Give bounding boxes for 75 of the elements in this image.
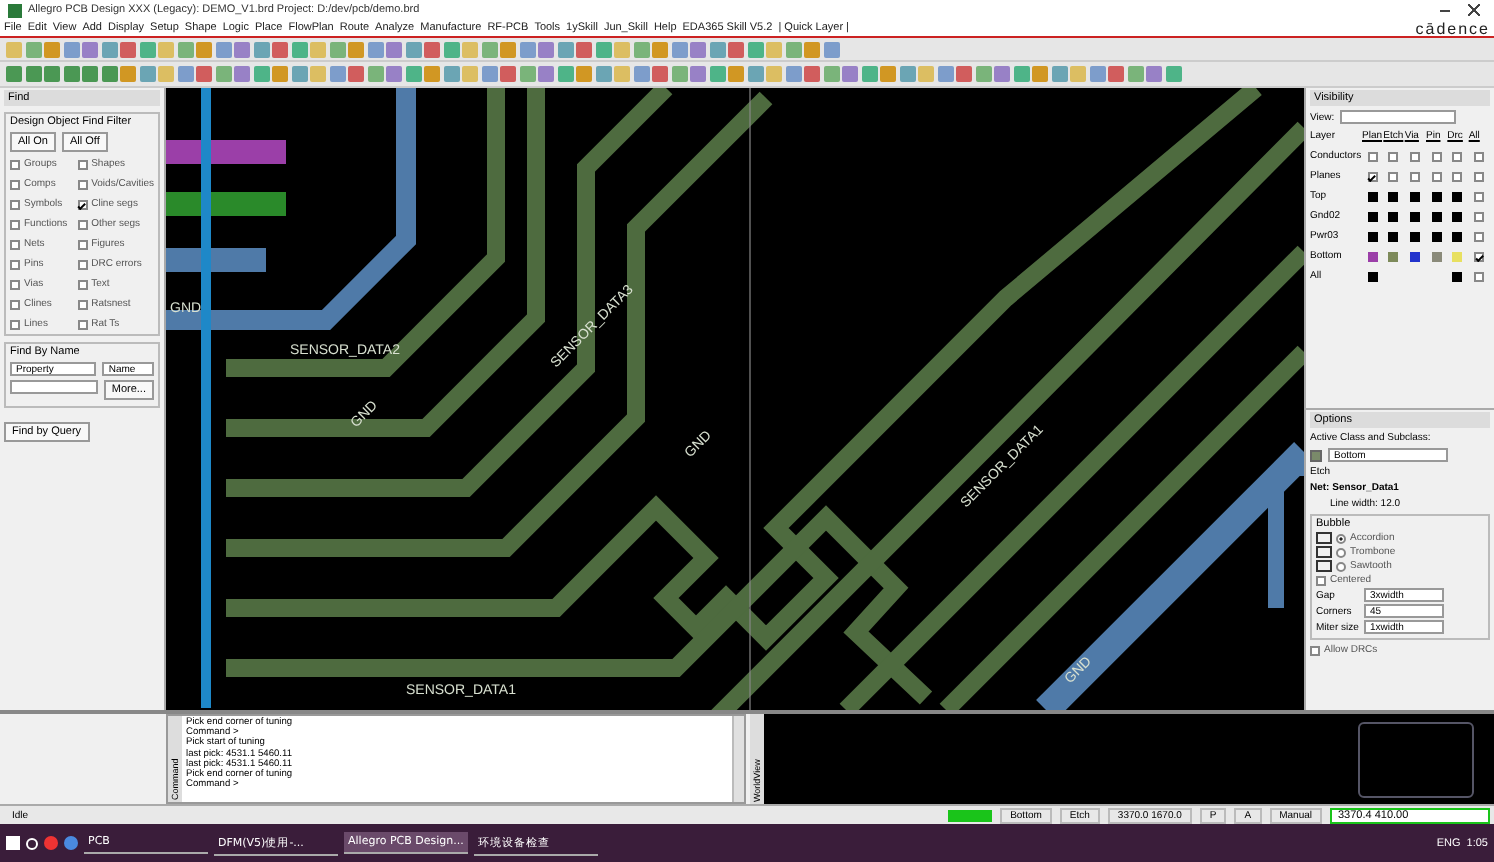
minimize-icon[interactable]	[1440, 9, 1450, 11]
color-swatch[interactable]	[1410, 231, 1421, 241]
checkbox[interactable]	[10, 299, 20, 309]
checkbox[interactable]	[1474, 231, 1485, 241]
radio-button[interactable]	[1336, 547, 1346, 557]
checkbox[interactable]	[77, 199, 88, 209]
color-swatch[interactable]	[1431, 251, 1442, 261]
checkbox[interactable]	[77, 239, 88, 249]
checkbox[interactable]	[1452, 171, 1463, 181]
checkbox[interactable]	[77, 299, 88, 309]
checkbox[interactable]	[77, 279, 88, 289]
radio-button[interactable]	[1336, 561, 1346, 571]
checkbox[interactable]	[1474, 171, 1485, 181]
checkbox[interactable]	[1388, 151, 1399, 161]
checkbox[interactable]	[1310, 645, 1320, 655]
checkbox[interactable]	[77, 259, 88, 269]
checkbox[interactable]	[1452, 151, 1463, 161]
view-frame	[1358, 721, 1474, 797]
checkbox[interactable]	[1410, 151, 1421, 161]
checkbox[interactable]	[10, 219, 20, 229]
color-swatch[interactable]	[1388, 251, 1399, 261]
checkbox[interactable]	[10, 319, 20, 329]
radio-button[interactable]	[1336, 533, 1346, 543]
view-dropdown[interactable]	[1340, 110, 1457, 124]
search-icon[interactable]	[26, 837, 38, 849]
name-field[interactable]	[10, 380, 98, 394]
color-swatch[interactable]	[1431, 191, 1442, 201]
checkbox[interactable]	[77, 219, 88, 229]
checkbox[interactable]	[10, 159, 20, 169]
checkbox[interactable]	[10, 259, 20, 269]
color-swatch[interactable]	[1367, 231, 1378, 241]
color-swatch[interactable]	[1410, 191, 1421, 201]
checkbox[interactable]	[1316, 575, 1326, 585]
checkbox[interactable]	[1474, 251, 1485, 261]
app-icon[interactable]	[44, 836, 58, 850]
color-swatch[interactable]	[1452, 211, 1463, 221]
layer-color-swatch	[1310, 449, 1322, 461]
checkbox[interactable]	[10, 279, 20, 289]
checkbox[interactable]	[1431, 151, 1442, 161]
color-swatch[interactable]	[1388, 211, 1399, 221]
color-swatch[interactable]	[1367, 191, 1378, 201]
checkbox[interactable]	[10, 179, 20, 189]
color-swatch[interactable]	[1410, 251, 1421, 261]
browser-icon[interactable]	[64, 836, 78, 850]
color-swatch[interactable]	[1410, 211, 1421, 221]
checkbox[interactable]	[1367, 171, 1378, 181]
color-swatch[interactable]	[1431, 231, 1442, 241]
checkbox[interactable]	[77, 319, 88, 329]
checkbox[interactable]	[10, 199, 20, 209]
cadence-logo: cādence	[1415, 19, 1490, 37]
checkbox[interactable]	[1474, 211, 1485, 221]
color-swatch[interactable]	[1452, 231, 1463, 241]
checkbox[interactable]	[10, 239, 20, 249]
color-swatch[interactable]	[1367, 211, 1378, 221]
activity-indicator	[948, 809, 993, 821]
color-swatch[interactable]	[1452, 251, 1463, 261]
close-icon[interactable]	[1468, 4, 1480, 16]
color-swatch[interactable]	[1367, 271, 1378, 281]
checkbox[interactable]	[1474, 191, 1485, 201]
checkbox[interactable]	[77, 159, 88, 169]
color-swatch[interactable]	[1367, 251, 1378, 261]
color-swatch[interactable]	[1452, 271, 1463, 281]
color-swatch[interactable]	[1388, 231, 1399, 241]
color-swatch[interactable]	[1452, 191, 1463, 201]
scrollbar[interactable]	[732, 716, 744, 802]
checkbox[interactable]	[1474, 151, 1485, 161]
checkbox[interactable]	[1410, 171, 1421, 181]
checkbox[interactable]	[1388, 171, 1399, 181]
app-icon	[8, 3, 22, 17]
checkbox[interactable]	[1431, 171, 1442, 181]
checkbox[interactable]	[77, 179, 88, 189]
color-swatch[interactable]	[1388, 191, 1399, 201]
checkbox[interactable]	[1367, 151, 1378, 161]
color-swatch[interactable]	[1431, 211, 1442, 221]
checkbox[interactable]	[1474, 271, 1485, 281]
